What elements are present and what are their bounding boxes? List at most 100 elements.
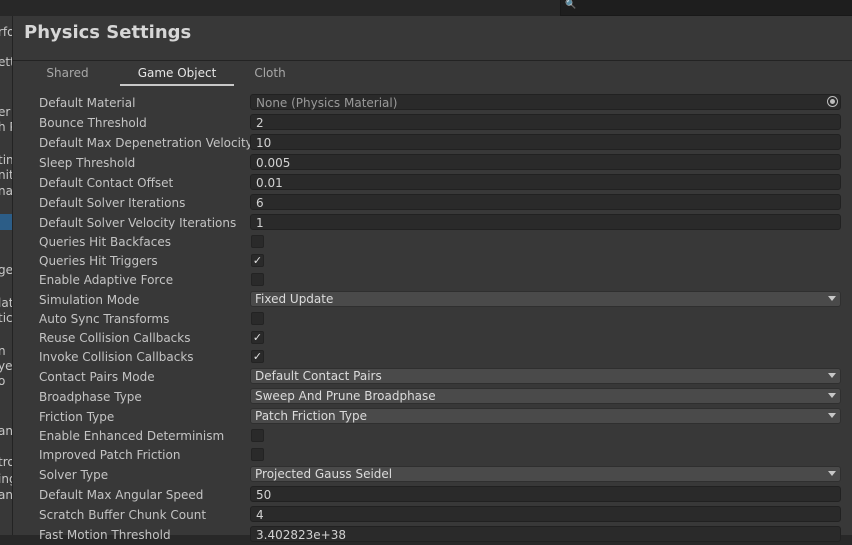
setting-row: Bounce Threshold 2 [13, 113, 852, 133]
value-field[interactable]: 4 [250, 506, 841, 522]
value-field[interactable]: 0.01 [250, 174, 841, 190]
sidebar-item[interactable]: tic [0, 310, 12, 326]
setting-row: Queries Hit Triggers ✓ [13, 251, 852, 271]
chevron-down-icon [828, 296, 836, 301]
field-value: 0.005 [256, 156, 291, 170]
setting-label: Default Max Angular Speed [39, 488, 204, 502]
sidebar-item[interactable]: na [0, 183, 12, 199]
setting-row: Broadphase Type Sweep And Prune Broadphas… [13, 387, 852, 407]
object-field[interactable]: None (Physics Material) [250, 94, 841, 110]
setting-label: Reuse Collision Callbacks [39, 331, 191, 345]
setting-label: Auto Sync Transforms [39, 312, 170, 326]
checkmark-icon: ✓ [252, 331, 263, 344]
checkmark-icon: ✓ [252, 350, 263, 363]
setting-label: Enable Enhanced Determinism [39, 429, 225, 443]
setting-label: Default Contact Offset [39, 176, 174, 190]
sidebar: rfoetterh Ptinnitnagelatticnyeoantroinga… [0, 16, 13, 535]
setting-label: Simulation Mode [39, 293, 140, 307]
checkbox[interactable] [251, 235, 264, 248]
checkbox[interactable]: ✓ [251, 331, 264, 344]
dropdown-select[interactable]: Default Contact Pairs [250, 368, 841, 384]
sidebar-item[interactable]: an [0, 423, 12, 439]
value-field[interactable]: 0.005 [250, 154, 841, 170]
chevron-down-icon [828, 413, 836, 418]
chevron-down-icon [828, 393, 836, 398]
setting-label: Scratch Buffer Chunk Count [39, 508, 207, 522]
sidebar-item[interactable]: ye [0, 358, 12, 374]
checkbox[interactable]: ✓ [251, 350, 264, 363]
value-field[interactable]: 6 [250, 194, 841, 210]
value-field[interactable]: 1 [250, 214, 841, 230]
setting-row: Scratch Buffer Chunk Count 4 [13, 505, 852, 525]
field-value: 3.402823e+38 [256, 528, 346, 542]
sidebar-item[interactable]: o [0, 373, 5, 389]
top-bar: 🔍 [0, 0, 852, 16]
sidebar-item[interactable]: an [0, 487, 12, 503]
setting-label: Default Solver Velocity Iterations [39, 216, 237, 230]
sidebar-item[interactable]: rfo [0, 24, 12, 40]
setting-row: Contact Pairs Mode Default Contact Pairs [13, 367, 852, 387]
dropdown-value: Projected Gauss Seidel [255, 467, 393, 481]
setting-row: Default Solver Velocity Iterations 1 [13, 213, 852, 233]
setting-row: Queries Hit Backfaces [13, 232, 852, 252]
value-field[interactable]: 2 [250, 114, 841, 130]
physics-settings-panel: Physics Settings Shared Game Object Clot… [13, 16, 852, 542]
field-value: 2 [256, 116, 264, 130]
sidebar-item[interactable]: tro [0, 454, 12, 470]
field-value: None (Physics Material) [256, 96, 398, 110]
setting-row: Fast Motion Threshold 3.402823e+38 [13, 525, 852, 545]
page-title: Physics Settings [24, 22, 192, 43]
sidebar-item[interactable]: ge [0, 262, 12, 278]
tab-shared[interactable]: Shared [25, 62, 110, 84]
dropdown-value: Fixed Update [255, 292, 334, 306]
checkbox[interactable] [251, 273, 264, 286]
checkbox[interactable] [251, 448, 264, 461]
dropdown-value: Default Contact Pairs [255, 369, 382, 383]
tab-cloth[interactable]: Cloth [245, 62, 295, 84]
checkbox[interactable] [251, 429, 264, 442]
field-value: 10 [256, 136, 272, 150]
setting-row: Enable Adaptive Force [13, 270, 852, 290]
setting-row: Sleep Threshold 0.005 [13, 153, 852, 173]
setting-row: Default Contact Offset 0.01 [13, 173, 852, 193]
settings-tabs: Shared Game Object Cloth [25, 62, 852, 86]
sidebar-item[interactable]: tin [0, 152, 12, 168]
sidebar-item[interactable]: ett [0, 54, 12, 70]
sidebar-item[interactable]: nit [0, 167, 12, 183]
setting-label: Fast Motion Threshold [39, 528, 171, 542]
dropdown-select[interactable]: Projected Gauss Seidel [250, 466, 841, 482]
setting-label: Broadphase Type [39, 390, 142, 404]
dropdown-value: Sweep And Prune Broadphase [255, 389, 436, 403]
value-field[interactable]: 50 [250, 486, 841, 502]
setting-label: Default Solver Iterations [39, 196, 186, 210]
setting-label: Sleep Threshold [39, 156, 136, 170]
setting-row: Default Max Angular Speed 50 [13, 485, 852, 505]
dropdown-select[interactable]: Sweep And Prune Broadphase [250, 388, 841, 404]
search-input[interactable]: 🔍 [560, 0, 852, 16]
setting-row: Improved Patch Friction [13, 445, 852, 465]
checkbox[interactable]: ✓ [251, 254, 264, 267]
chevron-down-icon [828, 471, 836, 476]
checkmark-icon: ✓ [252, 254, 263, 267]
tab-game-object[interactable]: Game Object [120, 62, 234, 86]
object-picker-icon[interactable] [827, 96, 838, 107]
setting-row: Default Material None (Physics Material) [13, 93, 852, 113]
value-field[interactable]: 3.402823e+38 [250, 526, 841, 542]
sidebar-item[interactable]: h P [0, 119, 12, 135]
setting-label: Improved Patch Friction [39, 448, 181, 462]
sidebar-item[interactable]: lat [0, 295, 12, 311]
sidebar-item[interactable]: ing [0, 471, 12, 487]
setting-label: Default Max Depenetration Velocity [39, 136, 253, 150]
sidebar-item[interactable]: n [0, 343, 6, 359]
checkbox[interactable] [251, 312, 264, 325]
sidebar-item[interactable]: er [0, 104, 10, 120]
setting-row: Reuse Collision Callbacks ✓ [13, 328, 852, 348]
value-field[interactable]: 10 [250, 134, 841, 150]
setting-row: Enable Enhanced Determinism [13, 426, 852, 446]
sidebar-item-selected[interactable] [0, 214, 12, 230]
dropdown-select[interactable]: Patch Friction Type [250, 408, 841, 424]
title-divider [13, 60, 852, 61]
setting-row: Invoke Collision Callbacks ✓ [13, 347, 852, 367]
dropdown-select[interactable]: Fixed Update [250, 291, 841, 307]
setting-label: Friction Type [39, 410, 115, 424]
